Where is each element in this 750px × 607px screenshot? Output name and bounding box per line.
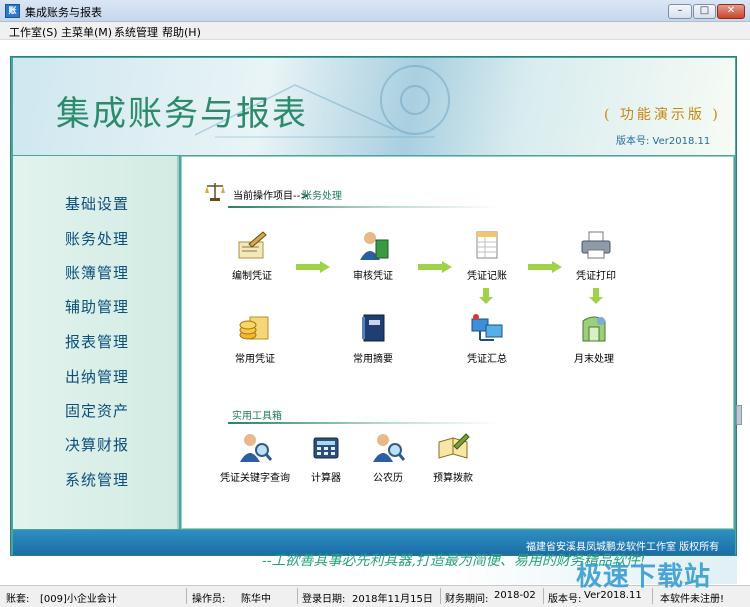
tool-budget[interactable]: 预算拨款 bbox=[428, 432, 478, 484]
calendar-person-icon bbox=[373, 434, 406, 462]
scale-icon bbox=[205, 183, 225, 201]
watermark-text: 极速下载站 bbox=[576, 562, 712, 592]
sidebar-item-final-reports[interactable]: 决算财报 bbox=[65, 434, 129, 455]
banner-title: 集成账务与报表 bbox=[56, 94, 308, 134]
budget-book-icon bbox=[438, 433, 470, 459]
resize-handle[interactable] bbox=[736, 405, 742, 425]
arrow-down-icon bbox=[479, 288, 493, 304]
calculator-icon bbox=[313, 437, 339, 459]
window-title: 集成账务与报表 bbox=[25, 6, 102, 19]
status-period-label: 财务期间: bbox=[445, 594, 489, 605]
arrow-right-icon bbox=[418, 261, 452, 273]
tool-calculator[interactable]: 计算器 bbox=[304, 432, 348, 484]
banner-subtitle: ( 功能演示版 ) bbox=[604, 107, 721, 123]
notebook-icon bbox=[362, 314, 385, 342]
tool-label: 凭证记账 bbox=[467, 271, 507, 282]
status-account-label: 账套: bbox=[6, 594, 30, 605]
tool-voucher-summary[interactable]: 凭证汇总 bbox=[462, 313, 512, 365]
sidebar-item-basic-settings[interactable]: 基础设置 bbox=[65, 193, 129, 214]
status-separator bbox=[543, 588, 544, 604]
person-search-icon bbox=[240, 434, 273, 462]
tool-label: 凭证打印 bbox=[576, 271, 616, 282]
menu-main[interactable]: 主菜单(M) bbox=[61, 24, 112, 40]
printer-icon bbox=[581, 231, 611, 259]
tool-label: 月末处理 bbox=[574, 354, 614, 365]
sidebar-item-ledger[interactable]: 账簿管理 bbox=[65, 262, 129, 283]
sidebar-item-system[interactable]: 系统管理 bbox=[65, 469, 129, 490]
pen-document-icon bbox=[238, 231, 267, 259]
tool-compose-voucher[interactable]: 编制凭证 bbox=[227, 230, 277, 282]
status-account-value: [009]小企业会计 bbox=[40, 594, 117, 605]
sidebar-item-auxiliary[interactable]: 辅助管理 bbox=[65, 296, 129, 317]
menu-workroom[interactable]: 工作室(S) bbox=[9, 24, 58, 40]
sidebar-item-fixed-assets[interactable]: 固定资产 bbox=[65, 400, 129, 421]
month-end-icon bbox=[582, 316, 606, 342]
tool-label: 编制凭证 bbox=[232, 271, 272, 282]
status-separator bbox=[186, 588, 187, 604]
toolbox-divider bbox=[228, 422, 500, 424]
network-summary-icon bbox=[471, 314, 503, 341]
tool-label: 凭证关键字查询 bbox=[220, 473, 290, 484]
ledger-sheet-icon bbox=[476, 231, 498, 259]
person-book-icon bbox=[360, 232, 389, 260]
sidebar-item-accounting[interactable]: 账务处理 bbox=[65, 228, 129, 249]
status-operator-value: 陈华中 bbox=[241, 594, 271, 605]
status-login-label: 登录日期: bbox=[302, 594, 346, 605]
menu-bar: 工作室(S) 主菜单(M) 系统管理 帮助(H) bbox=[0, 22, 750, 40]
title-bar: 账 集成账务与报表 – □ ✕ bbox=[0, 0, 750, 22]
breadcrumb-label: 当前操作项目--> bbox=[233, 191, 309, 202]
breadcrumb-value: 账务处理 bbox=[302, 191, 342, 202]
breadcrumb-divider bbox=[228, 206, 500, 208]
arrow-down-icon bbox=[589, 288, 603, 304]
tool-month-end[interactable]: 月末处理 bbox=[569, 313, 619, 365]
tool-calendar[interactable]: 公农历 bbox=[366, 432, 410, 484]
minimize-button[interactable]: – bbox=[668, 4, 692, 19]
status-period-value: 2018-02 bbox=[494, 590, 536, 601]
tool-label: 计算器 bbox=[311, 473, 341, 484]
status-login-value: 2018年11月15日 bbox=[352, 594, 433, 605]
sidebar-item-reports[interactable]: 报表管理 bbox=[65, 331, 129, 352]
tool-post-voucher[interactable]: 凭证记账 bbox=[462, 230, 512, 282]
tool-label: 公农历 bbox=[373, 473, 403, 484]
tool-keyword-search[interactable]: 凭证关键字查询 bbox=[220, 432, 290, 484]
tool-label: 常用凭证 bbox=[235, 354, 275, 365]
arrow-right-icon bbox=[296, 261, 330, 273]
menu-help[interactable]: 帮助(H) bbox=[162, 24, 201, 40]
tool-review-voucher[interactable]: 审核凭证 bbox=[348, 230, 398, 282]
menu-system-management[interactable]: 系统管理 bbox=[114, 24, 158, 40]
sidebar-item-cashier[interactable]: 出纳管理 bbox=[65, 366, 129, 387]
arrow-right-icon bbox=[528, 261, 562, 273]
status-separator bbox=[440, 588, 441, 604]
toolbox-title: 实用工具箱 bbox=[232, 411, 282, 422]
tool-label: 预算拨款 bbox=[433, 473, 473, 484]
tool-label: 审核凭证 bbox=[353, 271, 393, 282]
banner-version: 版本号: Ver2018.11 bbox=[616, 136, 711, 147]
tool-label: 凭证汇总 bbox=[467, 354, 507, 365]
tool-label: 常用摘要 bbox=[353, 354, 393, 365]
status-operator-label: 操作员: bbox=[192, 594, 226, 605]
app-icon: 账 bbox=[5, 4, 20, 18]
maximize-button[interactable]: □ bbox=[693, 4, 716, 19]
coins-voucher-icon bbox=[239, 316, 269, 340]
tool-common-summary[interactable]: 常用摘要 bbox=[348, 313, 398, 365]
tool-common-voucher[interactable]: 常用凭证 bbox=[230, 313, 280, 365]
status-separator bbox=[297, 588, 298, 604]
close-button[interactable]: ✕ bbox=[717, 4, 745, 19]
tool-print-voucher[interactable]: 凭证打印 bbox=[571, 230, 621, 282]
